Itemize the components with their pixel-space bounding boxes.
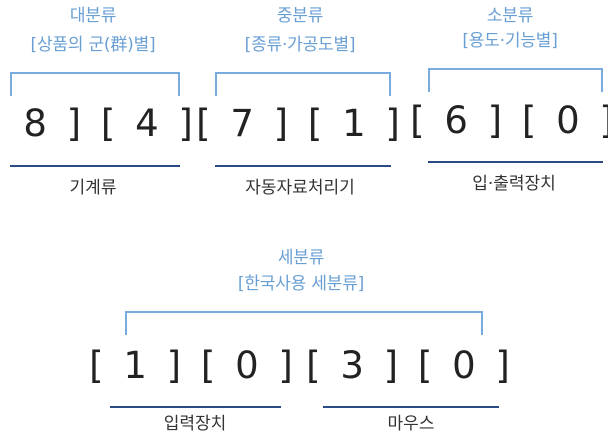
- major-code: [ 8 ] [ 4 ]: [0, 102, 197, 145]
- middle-title: 중분류: [276, 6, 324, 26]
- minor-title: 소분류: [486, 6, 534, 26]
- detail-name-right: 마우스: [387, 414, 435, 434]
- major-title: 대분류: [69, 6, 117, 26]
- middle-name: 자동자료처리기: [245, 178, 355, 198]
- detail-code-right: [ 3 ] [ 0 ]: [306, 344, 514, 387]
- minor-bracket: [428, 68, 603, 92]
- middle-bracket: [215, 72, 391, 96]
- detail-subtitle: [한국사용 세분류]: [237, 274, 365, 294]
- major-name: 기계류: [69, 178, 117, 198]
- major-subtitle: [상품의 군(群)별]: [30, 35, 156, 55]
- minor-code: [ 6 ] [ 0 ]: [410, 99, 608, 142]
- detail-underline-right: [323, 406, 499, 408]
- hs-code-diagram: 대분류 [상품의 군(群)별] [ 8 ] [ 4 ] 기계류 중분류 [종류·…: [0, 0, 608, 440]
- detail-name-left: 입력장치: [163, 414, 227, 434]
- middle-underline: [215, 165, 391, 167]
- major-underline: [10, 165, 180, 167]
- detail-bracket: [125, 311, 483, 335]
- minor-subtitle: [용도·기능별]: [462, 31, 558, 51]
- middle-code: [ 7 ] [ 1 ]: [196, 102, 404, 145]
- major-bracket: [10, 72, 180, 96]
- middle-subtitle: [종류·가공도별]: [244, 35, 356, 55]
- detail-title: 세분류: [277, 248, 325, 268]
- minor-name: 입·출력장치: [472, 174, 556, 194]
- minor-underline: [428, 161, 603, 163]
- detail-underline-left: [110, 406, 281, 408]
- detail-code-left: [ 1 ] [ 0 ]: [89, 344, 297, 387]
